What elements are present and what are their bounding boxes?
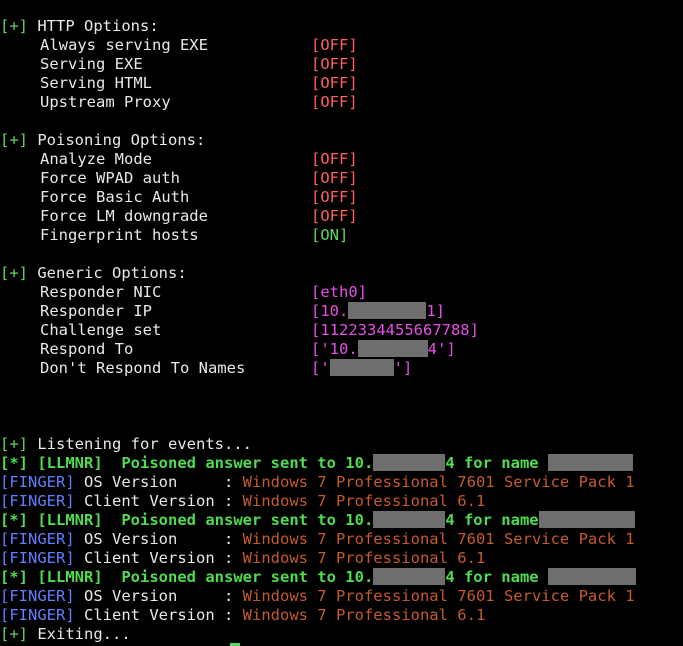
finger-client-line: [FINGER] Client Version : Windows 7 Prof… [0, 492, 486, 510]
finger-os-line: [FINGER] OS Version : Windows 7 Professi… [0, 530, 635, 548]
http-options-header: [+] HTTP Options: [0, 17, 159, 35]
llmnr-poison-line: [*] [LLMNR] Poisoned answer sent to 10. 4… [0, 568, 636, 587]
generic-options-header: [+] Generic Options: [0, 264, 187, 282]
redaction-block [329, 359, 394, 376]
redaction-block [373, 511, 446, 528]
redaction-block [538, 511, 635, 528]
finger-os-line: [FINGER] OS Version : Windows 7 Professi… [0, 587, 635, 605]
redaction-block [373, 568, 446, 585]
redaction-block [547, 568, 636, 585]
redaction-block [357, 340, 428, 357]
listening-line: [+] Listening for events... [0, 435, 252, 453]
finger-client-line: [FINGER] Client Version : Windows 7 Prof… [0, 606, 486, 624]
finger-client-line: [FINGER] Client Version : Windows 7 Prof… [0, 549, 486, 567]
llmnr-poison-line: [*] [LLMNR] Poisoned answer sent to 10. 4… [0, 511, 635, 530]
finger-os-line: [FINGER] OS Version : Windows 7 Professi… [0, 473, 635, 491]
redaction-block [348, 302, 427, 319]
redaction-block [547, 454, 633, 471]
terminal-window: [+] HTTP Options: Always serving EXE [OFF… [0, 0, 683, 646]
exiting-line: [+] Exiting... [0, 625, 131, 643]
llmnr-poison-line: [*] [LLMNR] Poisoned answer sent to 10. 4… [0, 454, 633, 473]
poisoning-options-header: [+] Poisoning Options: [0, 131, 206, 149]
redaction-block [373, 454, 446, 471]
